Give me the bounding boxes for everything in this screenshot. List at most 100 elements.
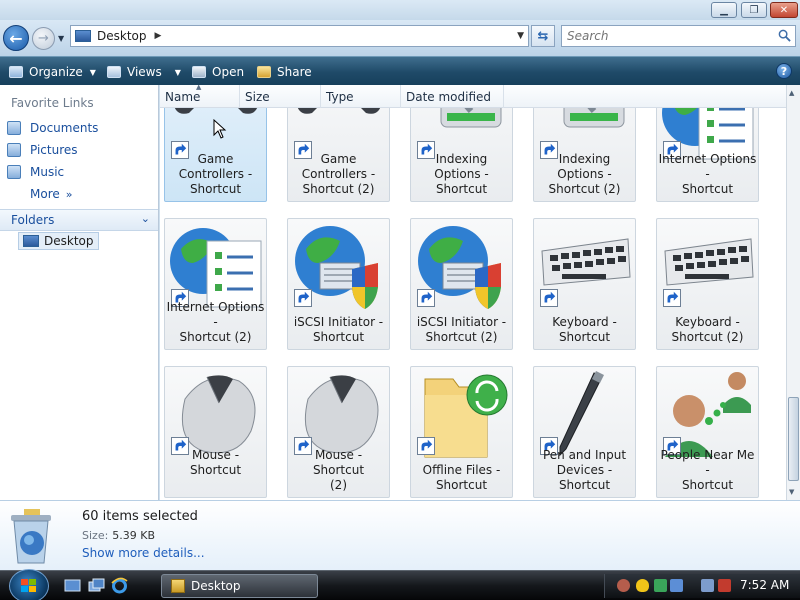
file-tile-label-line: Shortcut (2) <box>671 330 744 344</box>
windows-update-icon[interactable] <box>670 579 683 592</box>
help-icon: ? <box>780 64 788 78</box>
show-more-details-link[interactable]: Show more details... <box>82 546 205 560</box>
file-tile-label-line: Shortcut <box>435 182 488 196</box>
file-tile-label-line: Shortcut (2) <box>179 330 252 344</box>
refresh-icon: ⇆ <box>537 28 549 44</box>
favorite-label: Documents <box>30 121 99 135</box>
maximize-button[interactable]: ❐ <box>741 2 767 18</box>
file-tile[interactable]: Internet Options - Shortcut (2) <box>164 218 267 350</box>
file-tile-label-line: (2) <box>330 478 347 492</box>
share-label: Share <box>277 65 312 79</box>
file-tile-label-line: Internet Options - <box>166 300 265 329</box>
file-tile-label-line: Shortcut <box>312 330 365 344</box>
address-dropdown-icon[interactable]: ▼ <box>517 31 524 41</box>
taskbar-button-label: Desktop <box>191 579 241 593</box>
help-button[interactable]: ? <box>776 63 792 79</box>
internet-explorer-icon[interactable] <box>111 577 128 594</box>
column-label: Size <box>245 89 270 104</box>
scrollbar-thumb[interactable] <box>788 397 799 481</box>
file-tile[interactable]: People Near Me - Shortcut <box>656 366 759 498</box>
file-tile-label: Keyboard - Shortcut (2) <box>657 315 758 345</box>
column-type[interactable]: Type <box>321 85 401 108</box>
favorite-documents[interactable]: Documents <box>7 119 98 137</box>
favorite-pictures[interactable]: Pictures <box>7 141 78 159</box>
file-tile[interactable]: Offline Files - Shortcut <box>410 366 513 498</box>
file-tile-label-line: Keyboard - <box>552 315 617 329</box>
navigation-pane: Favorite Links Documents Pictures Music … <box>0 85 159 500</box>
file-tile-label-line: Shortcut (2) <box>302 182 375 196</box>
volume-muted-icon[interactable] <box>718 579 731 592</box>
window-caption: ▁ ❐ ✕ <box>0 0 800 20</box>
users-icon[interactable] <box>617 579 630 592</box>
check-icon[interactable] <box>654 579 667 592</box>
file-tile[interactable]: Keyboard - Shortcut <box>533 218 636 350</box>
file-tile-label: Indexing Options - Shortcut <box>411 152 512 197</box>
file-tile-label-line: Shortcut <box>681 478 734 492</box>
recycle-bin-icon <box>11 509 51 564</box>
file-tile-label-line: Shortcut <box>435 478 488 492</box>
address-row: ← → ▼ Desktop ▶ ▼ ⇆ <box>0 20 800 56</box>
start-button[interactable] <box>9 569 49 600</box>
file-tile-label-line: Devices - Shortcut <box>556 463 613 492</box>
address-bar[interactable]: Desktop ▶ ▼ <box>70 25 529 47</box>
switch-windows-icon[interactable] <box>88 577 105 594</box>
search-icon[interactable] <box>778 29 791 42</box>
refresh-button[interactable]: ⇆ <box>531 25 555 47</box>
file-tile-label-line: iSCSI Initiator - <box>416 315 507 329</box>
scroll-up-icon[interactable]: ▲ <box>789 89 794 97</box>
file-tile[interactable]: iSCSI Initiator - Shortcut <box>287 218 390 350</box>
column-name[interactable]: Name ▲ <box>160 85 240 108</box>
file-tile[interactable]: Keyboard - Shortcut (2) <box>656 218 759 350</box>
views-button[interactable]: Views ▼ <box>107 63 181 81</box>
favorite-more[interactable]: More » <box>30 185 72 203</box>
views-icon <box>107 66 121 78</box>
column-headers: Name ▲ Size Type Date modified <box>160 85 786 108</box>
column-size[interactable]: Size <box>240 85 321 108</box>
search-box[interactable] <box>561 25 796 47</box>
network-icon[interactable] <box>701 579 714 592</box>
organize-button[interactable]: Organize ▼ <box>9 63 96 81</box>
file-tile-label: Keyboard - Shortcut <box>534 315 635 345</box>
file-tile[interactable]: Pen and Input Devices - Shortcut <box>533 366 636 498</box>
show-desktop-icon[interactable] <box>64 577 81 594</box>
recent-pages-dropdown[interactable]: ▼ <box>58 34 64 43</box>
shortcut-arrow-icon <box>540 289 558 307</box>
column-date-modified[interactable]: Date modified <box>401 85 504 108</box>
favorite-label: More <box>30 187 60 201</box>
scroll-down-icon[interactable]: ▼ <box>789 488 794 496</box>
share-button[interactable]: Share <box>257 63 312 81</box>
file-tile-label-line: iSCSI Initiator - <box>293 315 384 329</box>
search-input[interactable] <box>567 26 767 46</box>
open-button[interactable]: Open <box>192 63 244 81</box>
open-label: Open <box>212 65 245 79</box>
taskbar: Desktop 7:52 AM <box>0 569 800 600</box>
favorite-music[interactable]: Music <box>7 163 64 181</box>
vertical-scrollbar[interactable]: ▲ ▼ <box>786 85 800 500</box>
minimize-button[interactable]: ▁ <box>711 2 737 18</box>
sort-ascending-icon: ▲ <box>196 85 202 91</box>
clock[interactable]: 7:52 AM <box>740 578 789 592</box>
file-tile-label-line: Shortcut (2) <box>425 330 498 344</box>
size-label: Size: <box>82 529 109 542</box>
file-tile-label-line: Keyboard - <box>675 315 740 329</box>
file-tile[interactable]: Mouse - Shortcut (2) <box>287 366 390 498</box>
close-button[interactable]: ✕ <box>770 2 798 18</box>
folders-bar[interactable]: Folders ⌄ <box>0 209 158 231</box>
selection-count: 60 items selected <box>82 509 198 524</box>
views-label: Views <box>127 65 162 79</box>
file-tile[interactable]: iSCSI Initiator - Shortcut (2) <box>410 218 513 350</box>
security-shield-icon[interactable] <box>636 579 649 592</box>
breadcrumb-chevron-icon[interactable]: ▶ <box>155 31 162 41</box>
chevron-down-icon: ▼ <box>89 67 96 77</box>
file-tile-label: Mouse - Shortcut (2) <box>288 448 389 493</box>
forward-button[interactable]: → <box>32 27 55 50</box>
favorite-links-header: Favorite Links <box>11 96 94 110</box>
tree-item-desktop[interactable]: Desktop <box>18 232 99 250</box>
column-label: Name <box>165 89 201 104</box>
file-tile-label: Game Controllers - Shortcut (2) <box>288 152 389 197</box>
back-button[interactable]: ← <box>3 25 29 51</box>
taskbar-button-desktop[interactable]: Desktop <box>161 574 318 598</box>
file-tile[interactable]: Mouse - Shortcut <box>164 366 267 498</box>
music-icon <box>7 165 21 179</box>
file-tile-label: People Near Me - Shortcut <box>657 448 758 493</box>
